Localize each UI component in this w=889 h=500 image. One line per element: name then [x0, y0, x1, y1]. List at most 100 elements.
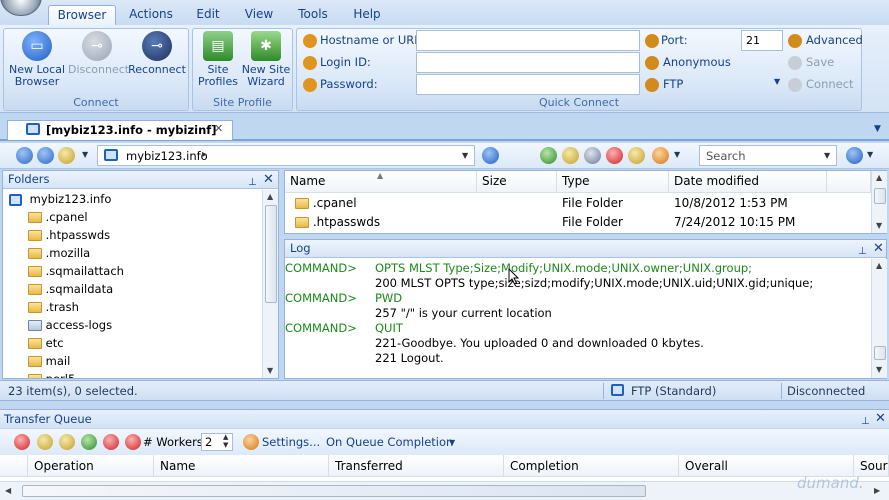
protocol-select[interactable]: FTP — [663, 77, 683, 91]
address-path-separator[interactable]: ▸ — [202, 149, 207, 160]
file-list-pane: Name ▲ Size Type Date modified .cpanel F… — [284, 170, 887, 234]
pause-icon[interactable] — [59, 434, 75, 450]
column-queue-name[interactable]: Name — [154, 455, 329, 477]
column-operation[interactable]: Operation — [28, 455, 154, 477]
log-scrollbar[interactable]: ▲ ▼ — [871, 259, 887, 378]
column-transferred[interactable]: Transferred — [329, 455, 504, 477]
transfer-queue-close-icon[interactable]: ✕ — [875, 410, 886, 428]
remove-icon[interactable] — [103, 434, 119, 450]
log-close-icon[interactable]: ✕ — [873, 240, 884, 257]
reconnect-button[interactable]: ⊸ Reconnect — [126, 31, 188, 76]
anonymous-toggle[interactable]: Anonymous — [663, 55, 731, 69]
remove-all-icon[interactable] — [125, 434, 141, 450]
port-input[interactable]: 21 — [741, 30, 783, 51]
stepper-up-icon[interactable]: ▲ — [223, 433, 228, 441]
search-dropdown-icon[interactable]: ▼ — [824, 151, 830, 160]
back-icon[interactable] — [16, 147, 33, 164]
scroll-down-icon[interactable]: ▼ — [876, 365, 882, 374]
new-local-browser-button[interactable]: ▭ New Local Browser — [6, 31, 68, 88]
search-icon[interactable] — [846, 147, 863, 164]
tree-item[interactable]: access-logs — [3, 316, 261, 334]
column-completion[interactable]: Completion — [504, 455, 679, 477]
search-input[interactable]: Search ▼ — [699, 145, 837, 166]
tree-item[interactable]: .mozilla — [3, 244, 261, 262]
tree-root[interactable]: mybiz123.info — [3, 190, 261, 208]
document-tab-close-icon[interactable]: ✕ — [214, 122, 223, 135]
folders-pin-icon[interactable]: ⊥ — [248, 174, 257, 191]
scroll-right-icon[interactable]: ▶ — [874, 486, 880, 495]
view-options-dropdown-icon[interactable]: ▼ — [674, 150, 680, 159]
folders-close-icon[interactable]: ✕ — [263, 171, 274, 188]
tree-item[interactable]: .cpanel — [3, 208, 261, 226]
tree-item[interactable]: .sqmaildata — [3, 280, 261, 298]
stop-icon[interactable] — [14, 434, 30, 450]
scroll-up-icon[interactable]: ▲ — [267, 192, 273, 201]
folders-scrollbar[interactable]: ▲ ▼ — [262, 190, 278, 378]
new-site-wizard-button[interactable]: ✱ New Site Wizard — [241, 31, 291, 88]
connect-button[interactable]: Connect — [806, 77, 854, 91]
document-tab[interactable]: [mybiz123.info - mybizinf] ... ✕ — [7, 120, 233, 151]
column-size[interactable]: Size — [477, 171, 557, 193]
forward-icon[interactable] — [37, 147, 54, 164]
search-options-dropdown-icon[interactable]: ▼ — [867, 150, 873, 159]
tab-tools[interactable]: Tools — [288, 5, 338, 25]
tab-view[interactable]: View — [236, 5, 282, 25]
on-queue-completion-dropdown-icon[interactable]: ▼ — [449, 438, 455, 447]
start-icon[interactable] — [81, 434, 97, 450]
workers-stepper[interactable]: 2 ▲ ▼ — [201, 433, 233, 451]
on-queue-completion-button[interactable]: On Queue Completion — [326, 435, 453, 449]
address-path-site[interactable]: mybiz123.info — [126, 149, 208, 163]
address-bar[interactable]: mybiz123.info ▸ ▼ — [97, 145, 475, 166]
file-list-scroll-thumb[interactable] — [874, 188, 886, 204]
tree-item[interactable]: .htpasswds — [3, 226, 261, 244]
tree-item[interactable]: etc — [3, 334, 261, 352]
refresh-icon[interactable] — [482, 147, 499, 164]
history-dropdown-icon[interactable]: ▼ — [82, 150, 88, 159]
column-type[interactable]: Type — [557, 171, 669, 193]
save-button[interactable]: Save — [806, 55, 834, 69]
hostname-input[interactable] — [416, 30, 640, 51]
tab-help[interactable]: Help — [344, 5, 390, 25]
tab-overflow-icon[interactable]: ▼ — [874, 124, 881, 134]
properties-icon[interactable] — [584, 147, 601, 164]
file-row[interactable]: .cpanel File Folder 10/8/2012 1:53 PM — [285, 194, 871, 213]
rename-icon[interactable] — [628, 147, 645, 164]
scroll-down-icon[interactable]: ▼ — [267, 366, 273, 375]
hscroll-thumb[interactable] — [22, 485, 646, 497]
scroll-down-icon[interactable]: ▼ — [876, 221, 882, 230]
tab-browser[interactable]: Browser — [48, 5, 116, 25]
app-orb-button[interactable] — [0, 0, 42, 16]
scroll-up-icon[interactable]: ▲ — [876, 173, 882, 182]
log-scroll-thumb[interactable] — [874, 346, 886, 360]
settings-button[interactable]: Settings... — [262, 435, 320, 449]
column-date-modified[interactable]: Date modified — [669, 171, 827, 193]
log-pin-icon[interactable]: ⊥ — [858, 243, 867, 260]
tree-item[interactable]: mail — [3, 352, 261, 370]
tree-item[interactable]: .trash — [3, 298, 261, 316]
address-dropdown-icon[interactable]: ▼ — [462, 151, 468, 160]
new-folder-icon[interactable] — [562, 147, 579, 164]
login-input[interactable] — [416, 52, 640, 73]
skip-icon[interactable] — [37, 434, 53, 450]
column-status[interactable] — [0, 455, 28, 477]
scroll-up-icon[interactable]: ▲ — [876, 261, 882, 270]
view-options-icon[interactable] — [652, 147, 669, 164]
up-folder-icon[interactable] — [58, 147, 75, 164]
file-list-scrollbar[interactable]: ▲ ▼ — [871, 171, 887, 233]
transfer-queue-hscrollbar[interactable]: ◀ ▶ — [0, 481, 889, 500]
delete-icon[interactable] — [606, 147, 623, 164]
tab-actions[interactable]: Actions — [122, 5, 180, 25]
tab-edit[interactable]: Edit — [186, 5, 230, 25]
tree-item[interactable]: .sqmailattach — [3, 262, 261, 280]
folders-scroll-thumb[interactable] — [265, 205, 277, 303]
protocol-dropdown-icon[interactable]: ▼ — [774, 77, 780, 86]
transfer-icon[interactable] — [540, 147, 557, 164]
disconnect-button[interactable]: ⊸ Disconnect — [68, 31, 129, 76]
tree-item[interactable]: perl5 — [3, 370, 261, 378]
scroll-left-icon[interactable]: ◀ — [5, 486, 11, 495]
file-row[interactable]: .htpasswds File Folder 7/24/2012 10:15 P… — [285, 213, 871, 232]
advanced-button[interactable]: Advanced — [806, 33, 863, 47]
password-input[interactable] — [416, 74, 640, 95]
stepper-down-icon[interactable]: ▼ — [223, 441, 228, 449]
site-profiles-button[interactable]: ▤ Site Profiles — [195, 31, 241, 88]
